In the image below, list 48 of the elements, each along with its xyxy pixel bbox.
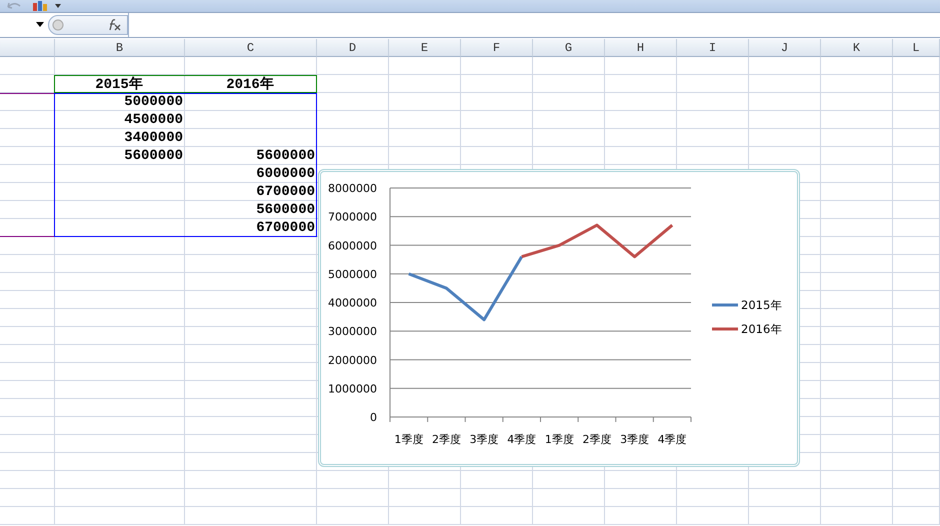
axis-label: 3季度 bbox=[470, 433, 499, 446]
table-cell: 5600000 bbox=[124, 148, 183, 164]
axis-label: 5000000 bbox=[328, 268, 377, 281]
column-header[interactable]: B bbox=[55, 39, 185, 57]
axis-label: 2季度 bbox=[432, 433, 461, 446]
axis-label: 3000000 bbox=[328, 325, 377, 338]
legend-label: 2015年 bbox=[741, 298, 782, 312]
table-cell: 5600000 bbox=[256, 148, 315, 164]
axis-label: 2季度 bbox=[582, 433, 612, 446]
column-header[interactable]: E bbox=[389, 39, 461, 57]
table-cell: 6000000 bbox=[256, 166, 315, 182]
axis-label: 3季度 bbox=[620, 433, 650, 446]
dropdown-arrow-icon[interactable] bbox=[54, 3, 62, 9]
axis-label: 6000000 bbox=[328, 239, 377, 252]
table-cell: 5600000 bbox=[256, 202, 315, 218]
axis-label: 1季度 bbox=[394, 433, 424, 446]
column-header[interactable]: K bbox=[821, 39, 893, 57]
row-selection-line bbox=[0, 236, 54, 237]
column-header[interactable]: G bbox=[533, 39, 605, 57]
column-header[interactable]: H bbox=[605, 39, 677, 57]
table-cell: 6700000 bbox=[256, 220, 315, 236]
function-icon[interactable] bbox=[107, 19, 121, 31]
axis-label: 1季度 bbox=[544, 433, 574, 446]
table-cell: 2015年 bbox=[95, 75, 143, 93]
column-header[interactable]: L bbox=[893, 39, 940, 57]
column-header[interactable]: I bbox=[677, 39, 749, 57]
axis-label: 1000000 bbox=[328, 382, 377, 396]
axis-label: 0 bbox=[370, 411, 377, 424]
column-header[interactable]: J bbox=[749, 39, 821, 57]
axis-label: 4季度 bbox=[507, 433, 536, 446]
chart-frame[interactable]: 0 1000000 2000000 3000000 4000000 5000000 6000000 7000000 8000000 1季度 2季度 3季度 4季度 1季度 2季度 3季度 4季度 2015年 2016年 bbox=[318, 169, 800, 467]
table-cell: 5000000 bbox=[124, 94, 183, 110]
table-cell: 3400000 bbox=[124, 130, 183, 146]
column-header[interactable]: D bbox=[317, 39, 389, 57]
table-cell: 4500000 bbox=[124, 112, 183, 128]
column-header[interactable] bbox=[0, 39, 55, 57]
axis-label: 2000000 bbox=[328, 354, 377, 367]
column-header[interactable]: C bbox=[185, 39, 317, 57]
table-cell: 6700000 bbox=[256, 184, 315, 200]
axis-label: 4季度 bbox=[658, 433, 687, 446]
column-header[interactable]: F bbox=[461, 39, 533, 57]
axis-label: 4000000 bbox=[328, 296, 377, 310]
dropdown-arrow-icon[interactable] bbox=[36, 22, 44, 28]
table-cell: 2016年 bbox=[226, 75, 274, 93]
row-selection-line bbox=[0, 93, 54, 94]
legend-label: 2016年 bbox=[741, 322, 782, 336]
axis-label: 7000000 bbox=[328, 210, 377, 224]
axis-label: 8000000 bbox=[328, 182, 377, 195]
